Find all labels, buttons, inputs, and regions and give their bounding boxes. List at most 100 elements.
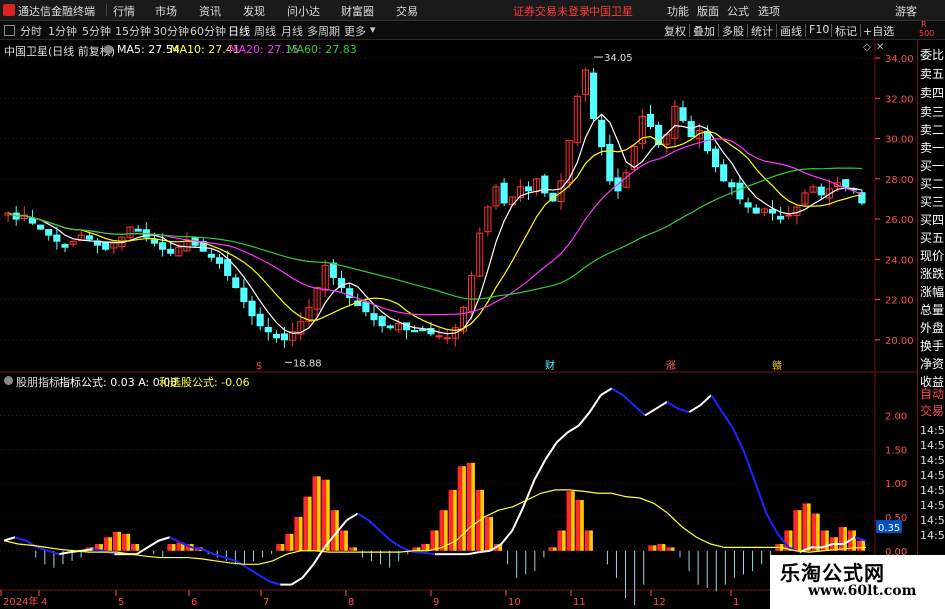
indicator-line-segment [588,394,602,413]
f10-button[interactable]: F10 [809,23,829,36]
statistics-button[interactable]: 统计 [751,23,773,39]
sidebar-item-price[interactable]: 现价 [920,247,945,265]
sidebar-item-ask2[interactable]: 卖二 [920,121,945,139]
indicator-bar-up [353,547,357,551]
login-warning[interactable]: 证券交易未登录 [513,3,590,19]
sidebar-item-trade[interactable]: 交易 [920,402,945,420]
sidebar-item-bid4[interactable]: 买四 [920,211,945,229]
settings-dot-icon[interactable] [104,45,113,54]
indicator-settings-icon[interactable] [4,376,13,385]
candle-body [53,234,61,242]
sidebar-item-turnover[interactable]: 换手 [920,337,945,355]
indicator-line-segment [500,529,514,545]
indicator-bar-up [348,547,354,551]
more-dropdown-icon[interactable]: ▾ [370,23,376,36]
sidebar-item-bid-ratio[interactable]: 委比 [920,46,945,64]
add-watchlist-button[interactable]: +自选 [863,23,894,39]
indicator-bar-up [548,547,553,551]
mark-button[interactable]: 标记 [835,23,857,39]
sidebar-item-change[interactable]: 涨跌 [920,265,945,283]
quote-sidebar: 委比 卖五 卖四 卖三 卖二 卖一 买一 买二 买三 买四 买五 现价 涨跌 涨… [917,40,945,609]
period-multi[interactable]: 多周期 [307,23,340,39]
draw-line-button[interactable]: 画线 [780,23,802,39]
period-intraday[interactable]: 分时 [20,23,42,39]
sidebar-item-change-pct[interactable]: 涨幅 [920,283,945,301]
menu-item-market[interactable]: 市场 [155,3,177,19]
restore-rights-button[interactable]: 复权 [664,23,686,39]
indicator-bar-up [339,530,345,551]
menu-item-formula[interactable]: 公式 [727,3,749,19]
indicator-bar-up [843,527,847,551]
indicator-line-segment [390,539,403,549]
indicator-bar-up [838,527,844,551]
period-daily[interactable]: 日线 [228,23,250,39]
sidebar-item-bid3[interactable]: 买三 [920,193,945,211]
period-more[interactable]: 更多 [344,23,366,39]
period-5min[interactable]: 5分钟 [82,23,111,39]
indicator-bar-up [816,513,820,551]
low-price-label: 18.88 [293,358,322,369]
indicator-bar-up [580,500,584,551]
indicator-line-segment [710,394,724,413]
guest-user[interactable]: 游客 [895,3,917,19]
close-icon[interactable]: ✕ [876,42,884,53]
chart-canvas[interactable]: 34.00 32.00 30.00 28.00 26.00 24.00 22.00 20.00… [0,40,917,609]
sidebar-item-volume[interactable]: 总量 [920,301,945,319]
expand-icon[interactable]: ◇ [863,42,871,53]
high-price-label: 34.05 [604,53,633,64]
sidebar-item-ask5[interactable]: 卖五 [920,65,945,83]
indicator-line-segment [357,512,370,522]
period-1min[interactable]: 1分钟 [48,23,77,39]
sidebar-item-auto[interactable]: 自动 [920,385,945,403]
candle-body [150,239,159,244]
sidebar-item-outer-volume[interactable]: 外盘 [920,319,945,337]
indicator-bar-up [112,531,118,551]
price-tick-label: 28.00 [885,175,914,186]
indicator-bar-up [856,540,862,551]
menu-item-wealth-circle[interactable]: 财富圈 [341,3,374,19]
period-60min[interactable]: 60分钟 [190,23,226,39]
indicator-tick-label: 2.00 [885,411,907,422]
current-stock-name: 中国卫星 [589,5,633,18]
candle-body [736,182,744,200]
overlay-button[interactable]: 叠加 [693,23,715,39]
indicator-bar-up [471,462,475,551]
sidebar-item-bid5[interactable]: 买五 [920,229,945,247]
sidebar-item-bid1[interactable]: 买一 [920,157,945,175]
indicator-bar-up [131,544,136,551]
menu-item-layout[interactable]: 版面 [697,3,719,19]
indicator-line-segment [213,553,226,559]
candle-body [606,143,614,182]
menu-item-news[interactable]: 资讯 [199,3,221,19]
menu-item-trade[interactable]: 交易 [396,3,418,19]
indicator-line-segment [655,401,668,410]
indicator-bar-up [811,513,817,551]
indicator-line-segment [158,536,171,542]
menu-item-options[interactable]: 选项 [758,3,780,19]
period-15min[interactable]: 15分钟 [115,23,151,39]
sidebar-item-ask4[interactable]: 卖四 [920,84,945,102]
sidebar-item-net-assets[interactable]: 净资 [920,355,945,373]
watermark-title: 乐淘公式网 [780,561,885,585]
menu-item-discover[interactable]: 发现 [243,3,265,19]
sidebar-item-ask1[interactable]: 卖一 [920,139,945,157]
indicator-line-segment [677,407,690,414]
indicator-bar-up [807,503,811,551]
menu-item-functions[interactable]: 功能 [667,3,689,19]
indicator-bar-up [584,530,590,551]
menu-item-market-quotes[interactable]: 行情 [113,3,135,19]
indicator-bar-up [797,510,802,551]
sidebar-item-bid2[interactable]: 买二 [920,175,945,193]
menu-item-assistant[interactable]: 问小达 [287,3,320,19]
ind-yellow-line [3,489,867,565]
sidebar-item-ask3[interactable]: 卖三 [920,103,945,121]
period-weekly[interactable]: 周线 [254,23,276,39]
period-30min[interactable]: 30分钟 [153,23,189,39]
window-box-icon[interactable] [4,25,15,36]
period-monthly[interactable]: 月线 [281,23,303,39]
candle-body [37,224,45,230]
multi-stock-button[interactable]: 多股 [722,23,744,39]
indicator-bar-up [648,545,653,551]
indicator-name[interactable]: 股朋指标 [16,374,60,390]
menu-divider [106,4,107,16]
